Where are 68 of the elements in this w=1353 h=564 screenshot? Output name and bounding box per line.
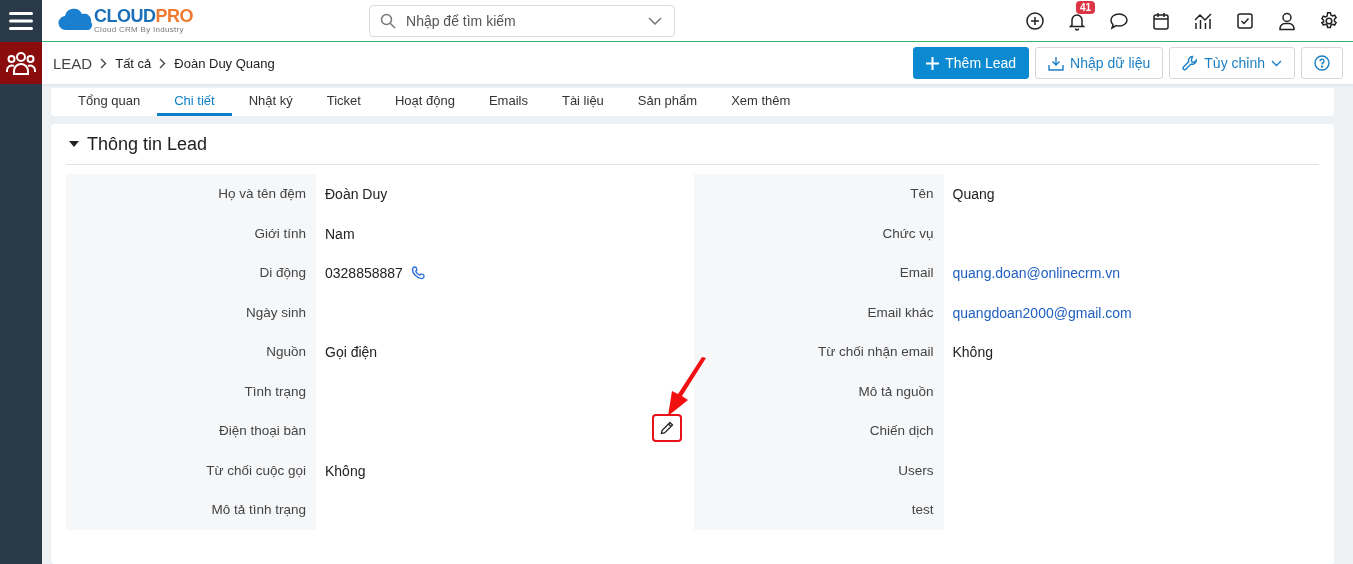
email-link[interactable]: quangdoan2000@gmail.com: [952, 304, 1132, 321]
chevron-right-icon: [100, 57, 108, 69]
customize-button[interactable]: Tùy chỉnh: [1169, 47, 1295, 79]
tab[interactable]: Xem thêm: [714, 88, 808, 116]
tab[interactable]: Nhật ký: [231, 88, 310, 116]
help-icon: [1314, 55, 1330, 71]
add-lead-button[interactable]: Thêm Lead: [913, 47, 1030, 79]
chart-icon[interactable]: [1193, 10, 1213, 31]
field-label: Users: [693, 450, 944, 490]
help-button[interactable]: [1301, 47, 1343, 79]
email-link[interactable]: quang.doan@onlinecrm.vn: [952, 265, 1121, 281]
field-label: Ngày sinh: [66, 292, 316, 332]
field-label: Mô tả tình trạng: [66, 490, 316, 530]
calendar-icon[interactable]: [1151, 10, 1171, 31]
field-value: Không: [325, 462, 366, 479]
pencil-icon: [659, 421, 674, 435]
field-label: Từ chối cuộc gọi: [66, 450, 316, 490]
logo[interactable]: CLOUDPRO Cloud CRM By Industry: [58, 7, 193, 34]
wrench-icon: [1182, 55, 1199, 71]
breadcrumb-link[interactable]: Tất cả: [115, 55, 152, 71]
settings-icon[interactable]: [1319, 10, 1339, 31]
field-label: test: [693, 490, 944, 530]
field-label: Email khác: [693, 292, 944, 332]
field-label: Tình trạng: [66, 371, 316, 411]
field-label: Di động: [66, 253, 316, 293]
field-value: Đoàn Duy: [325, 186, 388, 202]
breadcrumb-link[interactable]: LEAD: [53, 54, 93, 72]
import-data-button[interactable]: Nhập dữ liệu: [1035, 47, 1164, 79]
caret-icon[interactable]: [69, 141, 79, 147]
field-label: Tên: [693, 174, 944, 214]
tab[interactable]: Chi tiết: [157, 88, 232, 116]
section-title: Thông tin Lead: [87, 133, 208, 155]
chevron-down-icon: [648, 16, 662, 25]
plus-icon: [926, 56, 940, 70]
download-icon: [1048, 55, 1065, 71]
tab[interactable]: Tổng quan: [61, 88, 158, 116]
checkbox-icon[interactable]: [1235, 10, 1255, 31]
tab[interactable]: Hoạt động: [377, 88, 472, 116]
tab[interactable]: Sản phẩm: [620, 88, 715, 116]
field-label: Chiến dịch: [693, 411, 944, 451]
phone-icon[interactable]: [410, 266, 425, 280]
field-label: Điện thoại bàn: [66, 411, 316, 451]
chat-bubble-icon[interactable]: [1109, 10, 1129, 31]
field-value: Nam: [325, 225, 355, 242]
chevron-right-icon: [159, 57, 167, 69]
search-icon: [380, 12, 396, 29]
field-label: Giới tính: [66, 213, 316, 253]
field-value: Gọi điện: [325, 344, 378, 360]
tab[interactable]: Tài liệu: [544, 88, 621, 116]
field-value: Không: [952, 344, 993, 360]
notification-count: 41: [1076, 0, 1096, 14]
field-value: 0328858887: [325, 265, 403, 281]
field-label: Từ chối nhận email: [693, 332, 944, 372]
field-label: Chức vụ: [693, 213, 944, 253]
field-label: Họ và tên đệm: [66, 174, 316, 214]
field-label: Email: [693, 253, 944, 293]
edit-button[interactable]: [651, 414, 682, 442]
field-value: Quang: [952, 186, 995, 202]
tab[interactable]: Ticket: [309, 88, 378, 116]
people-module-button[interactable]: [0, 42, 42, 84]
tab[interactable]: Emails: [471, 88, 545, 116]
field-label: Nguồn: [66, 332, 316, 372]
breadcrumb-link[interactable]: Đoàn Duy Quang: [174, 55, 275, 71]
add-circle-icon[interactable]: [1025, 10, 1045, 31]
field-label: Mô tả nguồn: [693, 371, 944, 411]
user-icon[interactable]: [1277, 10, 1297, 31]
chevron-down-icon: [1271, 59, 1282, 67]
search-field[interactable]: Nhập để tìm kiếm: [369, 4, 675, 37]
